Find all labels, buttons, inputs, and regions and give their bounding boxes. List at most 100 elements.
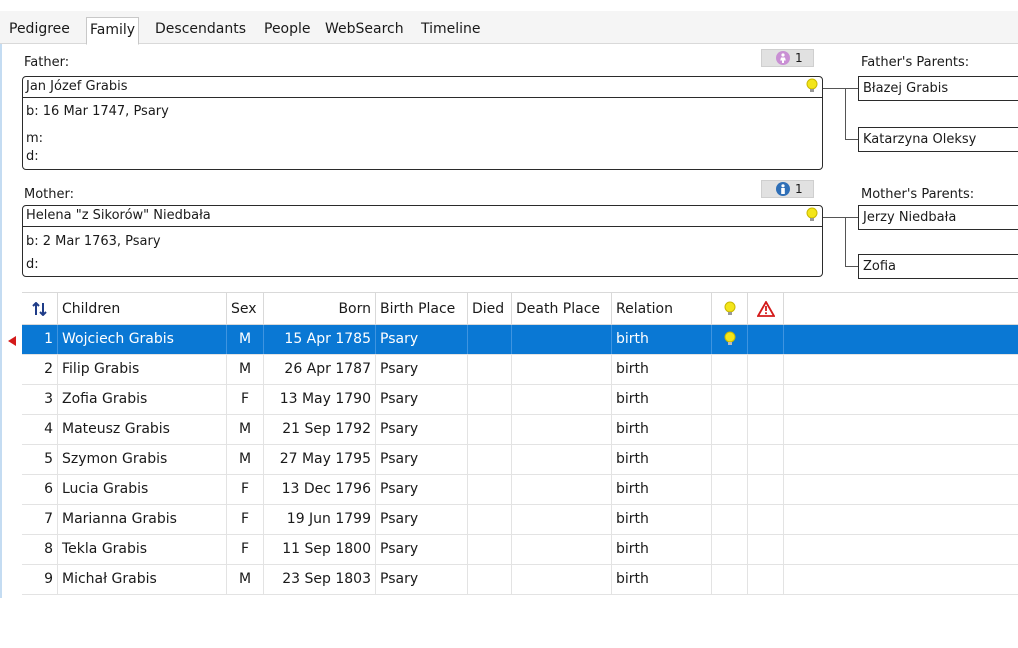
child-death-place[interactable] [512,385,612,414]
child-born[interactable]: 11 Sep 1800 [264,535,376,564]
row-number[interactable]: 6 [22,475,58,504]
child-sex[interactable]: F [227,385,264,414]
child-birth-place[interactable]: Psary [376,535,468,564]
column-died[interactable]: Died [468,293,512,324]
child-died[interactable] [468,565,512,594]
child-birth-place[interactable]: Psary [376,325,468,354]
child-death-place[interactable] [512,355,612,384]
mother-name[interactable]: Helena "z Sikorów" Niedbała [23,206,822,227]
child-died[interactable] [468,505,512,534]
child-born[interactable]: 13 May 1790 [264,385,376,414]
child-name[interactable]: Mateusz Grabis [58,415,227,444]
mother-card[interactable]: Helena "z Sikorów" Niedbała b: 2 Mar 176… [22,205,823,277]
child-birth-place[interactable]: Psary [376,475,468,504]
child-born[interactable]: 19 Jun 1799 [264,505,376,534]
row-warning-cell[interactable] [748,535,784,564]
child-relation[interactable]: birth [612,355,712,384]
row-bulb-cell[interactable] [712,445,748,474]
child-name[interactable]: Zofia Grabis [58,385,227,414]
child-birth-place[interactable]: Psary [376,415,468,444]
row-number[interactable]: 7 [22,505,58,534]
child-name[interactable]: Lucia Grabis [58,475,227,504]
child-sex[interactable]: M [227,565,264,594]
column-lightbulb-icon[interactable] [712,293,748,324]
child-sex[interactable]: M [227,355,264,384]
child-sex[interactable]: F [227,535,264,564]
row-number[interactable]: 8 [22,535,58,564]
table-row[interactable]: 1 Wojciech Grabis M 15 Apr 1785 Psary birth [22,325,1018,355]
father-female-badge[interactable]: 1 [761,49,814,67]
row-warning-cell[interactable] [748,445,784,474]
child-name[interactable]: Filip Grabis [58,355,227,384]
child-birth-place[interactable]: Psary [376,355,468,384]
child-birth-place[interactable]: Psary [376,445,468,474]
child-relation[interactable]: birth [612,325,712,354]
table-row[interactable]: 8 Tekla Grabis F 11 Sep 1800 Psary birth [22,535,1018,565]
child-relation[interactable]: birth [612,565,712,594]
child-sex[interactable]: F [227,475,264,504]
row-number[interactable]: 2 [22,355,58,384]
row-number[interactable]: 1 [22,325,58,354]
father-name[interactable]: Jan Józef Grabis [23,77,822,98]
column-children[interactable]: Children [58,293,227,324]
child-born[interactable]: 26 Apr 1787 [264,355,376,384]
row-warning-cell[interactable] [748,505,784,534]
paternal-grandmother-box[interactable]: Katarzyna Oleksy [858,127,1018,152]
child-name[interactable]: Tekla Grabis [58,535,227,564]
child-relation[interactable]: birth [612,535,712,564]
column-relation[interactable]: Relation [612,293,712,324]
row-bulb-cell[interactable] [712,355,748,384]
maternal-grandmother-box[interactable]: Zofia [858,254,1018,279]
row-bulb-cell[interactable] [712,535,748,564]
row-bulb-cell[interactable] [712,415,748,444]
tab-pedigree[interactable]: Pedigree [6,17,73,43]
tab-people[interactable]: People [261,17,314,43]
child-birth-place[interactable]: Psary [376,505,468,534]
table-row[interactable]: 5 Szymon Grabis M 27 May 1795 Psary birth [22,445,1018,475]
row-number[interactable]: 9 [22,565,58,594]
row-warning-cell[interactable] [748,385,784,414]
child-relation[interactable]: birth [612,415,712,444]
child-relation[interactable]: birth [612,445,712,474]
row-warning-cell[interactable] [748,565,784,594]
child-born[interactable]: 21 Sep 1792 [264,415,376,444]
tab-family[interactable]: Family [86,17,140,45]
row-number[interactable]: 3 [22,385,58,414]
table-row[interactable]: 3 Zofia Grabis F 13 May 1790 Psary birth [22,385,1018,415]
child-sex[interactable]: M [227,325,264,354]
maternal-grandfather-box[interactable]: Jerzy Niedbała [858,205,1018,230]
row-number[interactable]: 4 [22,415,58,444]
child-sex[interactable]: M [227,445,264,474]
child-name[interactable]: Szymon Grabis [58,445,227,474]
child-sex[interactable]: M [227,415,264,444]
child-death-place[interactable] [512,415,612,444]
tab-websearch[interactable]: WebSearch [322,17,407,43]
column-warning-icon[interactable] [748,293,784,324]
child-sex[interactable]: F [227,505,264,534]
child-relation[interactable]: birth [612,505,712,534]
child-name[interactable]: Michał Grabis [58,565,227,594]
children-grid[interactable]: Children Sex Born Birth Place Died Death… [22,292,1018,598]
child-relation[interactable]: birth [612,385,712,414]
child-death-place[interactable] [512,325,612,354]
table-row[interactable]: 9 Michał Grabis M 23 Sep 1803 Psary birth [22,565,1018,595]
row-warning-cell[interactable] [748,415,784,444]
child-death-place[interactable] [512,535,612,564]
table-row[interactable]: 6 Lucia Grabis F 13 Dec 1796 Psary birth [22,475,1018,505]
column-death-place[interactable]: Death Place [512,293,612,324]
row-warning-cell[interactable] [748,475,784,504]
child-died[interactable] [468,535,512,564]
child-died[interactable] [468,325,512,354]
sort-updown-icon[interactable] [22,293,58,324]
child-died[interactable] [468,475,512,504]
child-died[interactable] [468,445,512,474]
row-bulb-cell[interactable] [712,385,748,414]
child-died[interactable] [468,355,512,384]
father-lightbulb-icon[interactable] [806,78,818,94]
child-birth-place[interactable]: Psary [376,565,468,594]
row-number[interactable]: 5 [22,445,58,474]
row-warning-cell[interactable] [748,325,784,354]
table-row[interactable]: 2 Filip Grabis M 26 Apr 1787 Psary birth [22,355,1018,385]
child-death-place[interactable] [512,505,612,534]
child-name[interactable]: Wojciech Grabis [58,325,227,354]
